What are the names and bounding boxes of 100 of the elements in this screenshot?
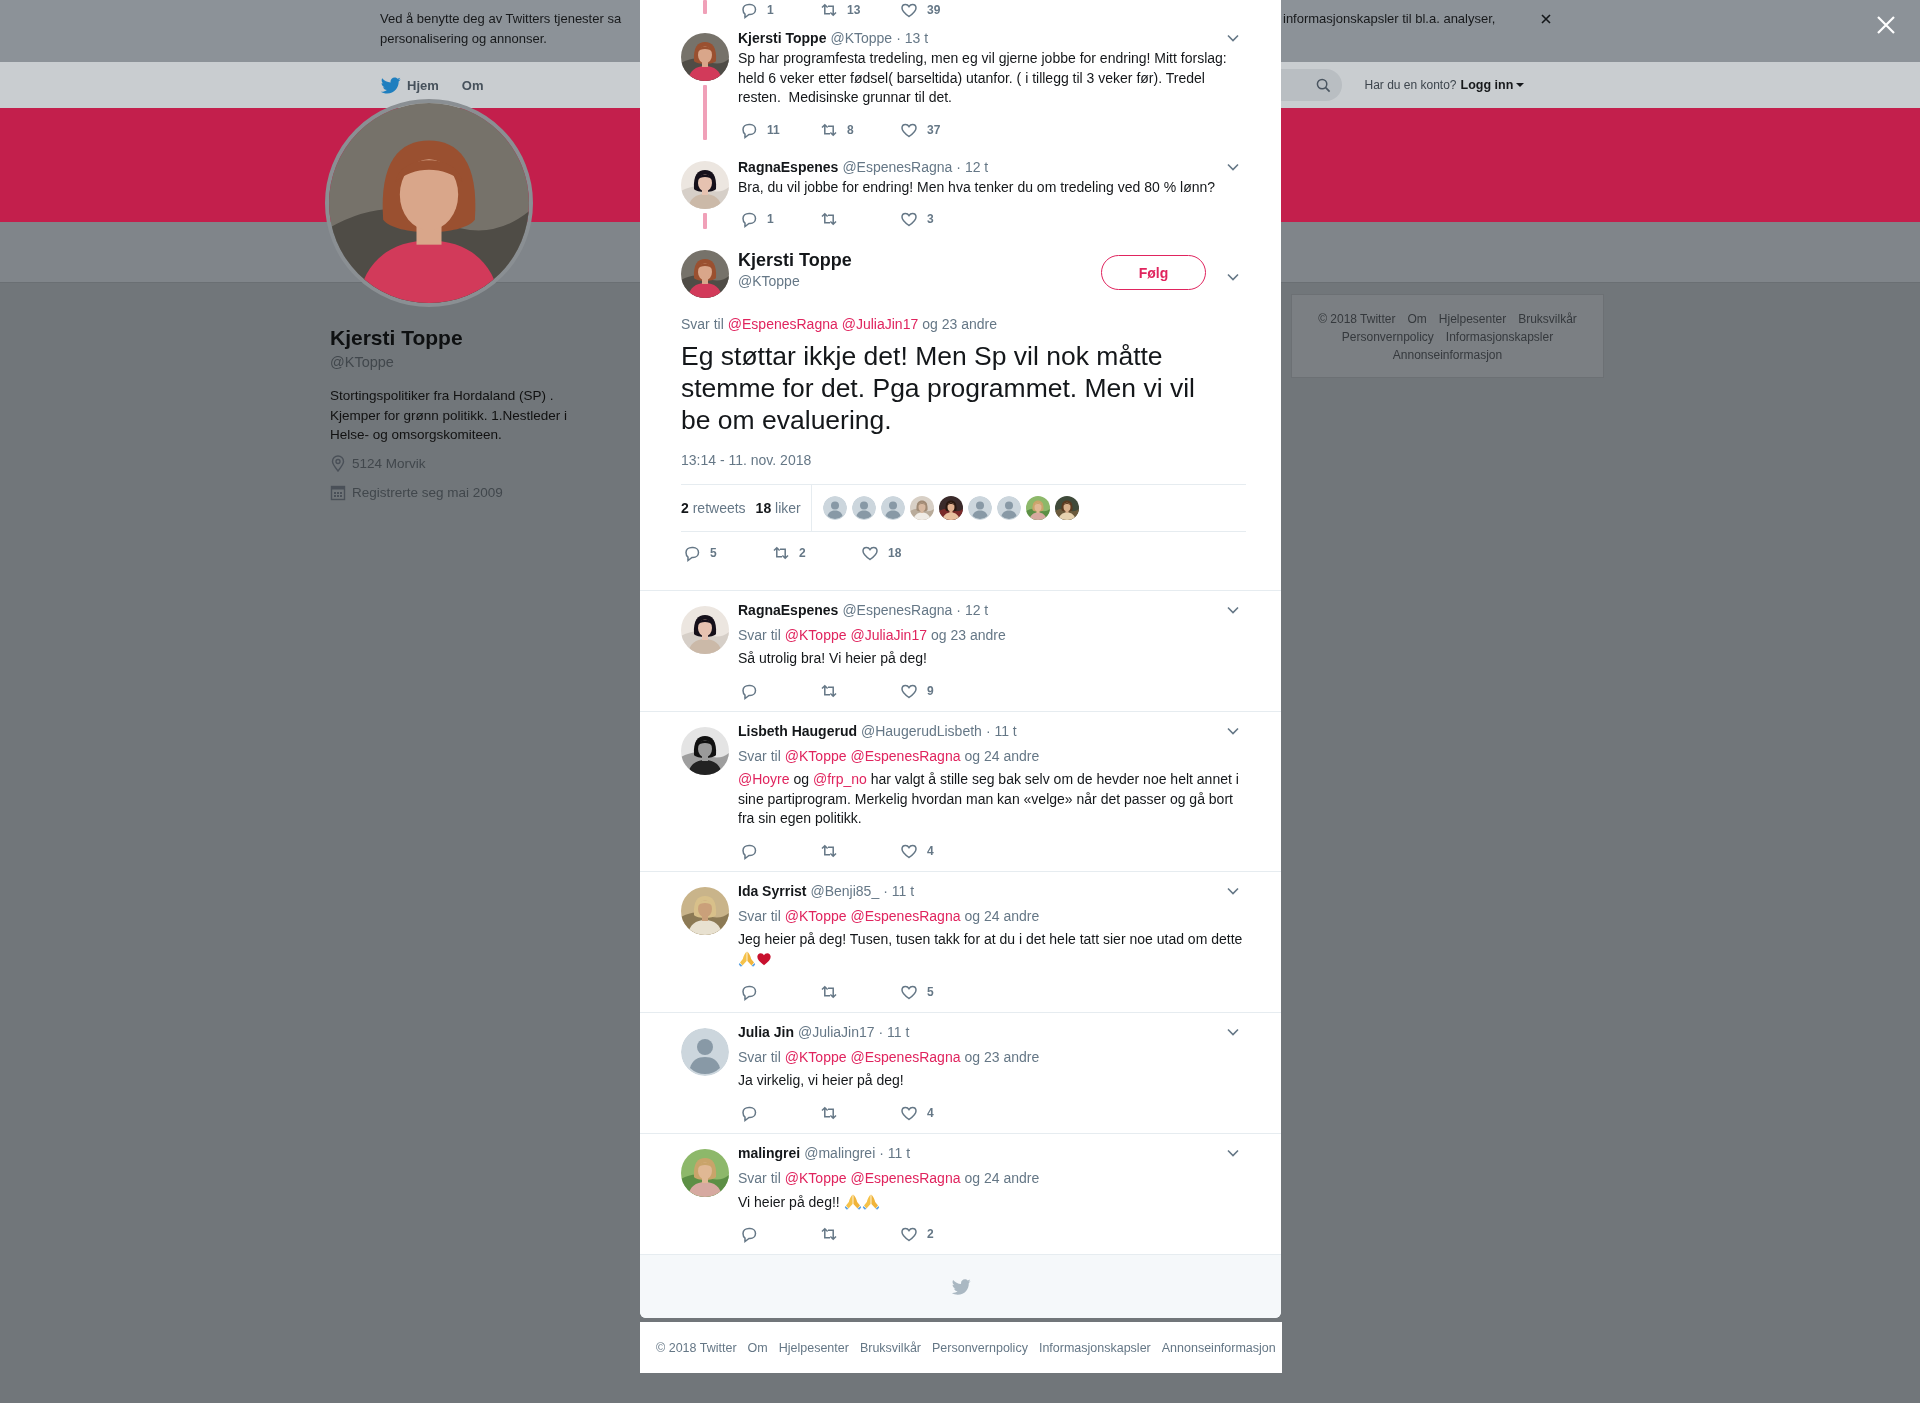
close-icon[interactable] [1541, 14, 1551, 24]
chevron-down-icon[interactable] [1226, 1027, 1240, 1038]
mention-link[interactable]: @KToppe [784, 905, 847, 926]
chevron-down-icon[interactable] [1226, 885, 1240, 896]
reply-button[interactable]: 1 [738, 210, 818, 229]
retweet-button[interactable]: 8 [818, 120, 898, 139]
reply-icon [683, 544, 701, 563]
chevron-down-icon[interactable] [1226, 1147, 1240, 1158]
like-button[interactable]: 9 [898, 682, 978, 701]
author-name[interactable]: malingrei [738, 1142, 801, 1163]
follow-button[interactable]: Følg [1101, 255, 1206, 291]
mention-link[interactable]: @KToppe [784, 1167, 847, 1188]
tweet-time[interactable]: · 11 t [878, 1022, 910, 1043]
tweet-time[interactable]: · 12 t [956, 600, 989, 621]
mention-link[interactable]: @EspenesRagna [727, 314, 838, 335]
footer-link[interactable]: Informasjonskapsler [1038, 1340, 1151, 1355]
chevron-down-icon[interactable] [1226, 605, 1240, 616]
mention-link[interactable]: @EspenesRagna [850, 905, 961, 926]
like-button[interactable]: 3 [898, 210, 978, 229]
footer-link[interactable]: Hjelpesenter [778, 1340, 849, 1355]
author-name[interactable]: Julia Jin [738, 1022, 795, 1043]
login-link[interactable]: Logg inn [1460, 78, 1525, 92]
tweet-time[interactable]: · 11 t [883, 880, 915, 901]
others-link[interactable]: og 23 andre [922, 314, 997, 335]
footer-link[interactable]: Bruksvilkår [859, 1340, 921, 1355]
retweet-icon [820, 1, 838, 19]
mention-link[interactable]: @JuliaJin17 [850, 625, 927, 646]
footer-link[interactable]: Personvernpolicy [932, 1340, 1028, 1355]
mention-link[interactable]: @EspenesRagna [850, 746, 961, 767]
others-link[interactable]: og 23 andre [931, 625, 1006, 646]
like-button[interactable]: 18 [859, 544, 948, 563]
tweet-text: Ja virkelig, vi heier på deg! [738, 1071, 905, 1091]
reply-button[interactable]: 5 [681, 544, 770, 563]
like-icon [861, 544, 879, 563]
author-handle[interactable]: @EspenesRagna [842, 156, 953, 177]
mention-link[interactable]: @EspenesRagna [850, 1047, 961, 1068]
mention-link[interactable]: @JuliaJin17 [841, 314, 919, 335]
chevron-down-icon[interactable] [1226, 272, 1240, 283]
retweet-button[interactable]: 13 [818, 1, 898, 19]
footer-link[interactable]: © 2018 Twitter [1318, 310, 1396, 328]
others-link[interactable]: og 24 andre [964, 1167, 1040, 1188]
bird-icon[interactable] [380, 74, 401, 96]
others-link[interactable]: og 24 andre [964, 746, 1040, 767]
author-name[interactable]: Lisbeth Haugerud [738, 721, 857, 742]
author-handle[interactable]: @HaugerudLisbeth [861, 721, 982, 742]
bird-icon [950, 1276, 971, 1297]
mention-link[interactable]: @Hoyre [738, 771, 790, 788]
like-button[interactable]: 4 [898, 1103, 978, 1122]
tweet-time[interactable]: · 11 t [985, 721, 1017, 742]
mention-link[interactable]: @EspenesRagna [850, 1167, 961, 1188]
mention-link[interactable]: @frp_no [812, 771, 867, 788]
like-button[interactable]: 5 [898, 983, 978, 1002]
tweet-time[interactable]: · 11 t [879, 1142, 911, 1163]
tweet-time[interactable]: · 12 t [956, 156, 989, 177]
like-button[interactable]: 39 [898, 1, 978, 19]
chevron-down-icon[interactable] [1226, 161, 1240, 172]
retweets-link[interactable]: 2 retweets [681, 500, 746, 517]
author-name[interactable]: RagnaEspenes [738, 600, 839, 621]
tweet-text: @Hoyre og @frp_no har valgt å stille seg bak selv om de hevder noe helt annet i sine partiprogram. Merkelig hvordan man kan «velge» når det passer og gå bort fra sin egen politikk. [738, 770, 1240, 829]
mention-link[interactable]: @KToppe [784, 1047, 847, 1068]
nav-link[interactable]: Hjem [407, 77, 439, 93]
reply-button[interactable]: 1 [738, 1, 818, 19]
footer-link[interactable]: Hjelpesenter [1438, 310, 1507, 328]
default-avatar-icon [880, 496, 905, 521]
author-name[interactable]: Kjersti Toppe [738, 28, 827, 48]
others-link[interactable]: og 23 andre [964, 1047, 1040, 1068]
author-handle[interactable]: @KToppe [738, 271, 852, 292]
chevron-down-icon[interactable] [1226, 33, 1240, 43]
login-prompt: Har du en konto? [1364, 78, 1457, 92]
footer-link[interactable]: Om [747, 1340, 768, 1355]
author-handle[interactable]: @malingrei [804, 1142, 876, 1163]
footer-link[interactable]: Om [1407, 310, 1427, 328]
like-button[interactable]: 2 [898, 1225, 978, 1244]
footer-link[interactable]: Annonseinformasjon [1161, 1340, 1276, 1355]
tweet-text: Så utrolig bra! Vi heier på deg! [738, 649, 928, 669]
retweet-button[interactable]: 2 [770, 544, 859, 563]
tweet-time[interactable]: · 13 t [896, 28, 929, 48]
author-handle[interactable]: @Benji85_ [810, 880, 880, 901]
author-handle[interactable]: @JuliaJin17 [798, 1022, 875, 1043]
likes-link[interactable]: 18 liker [755, 500, 801, 517]
footer-link[interactable]: Informasjonskapsler [1445, 328, 1554, 346]
footer-link[interactable]: Personvernpolicy [1341, 328, 1434, 346]
like-button[interactable]: 37 [898, 120, 978, 139]
author-handle[interactable]: @EspenesRagna [842, 600, 953, 621]
chevron-down-icon[interactable] [1226, 726, 1240, 737]
reply-button[interactable]: 11 [738, 120, 818, 139]
reply-to-label: Svar til [681, 315, 724, 335]
footer-link[interactable]: Bruksvilkår [1518, 310, 1577, 328]
footer-link[interactable]: © 2018 Twitter [656, 1340, 737, 1355]
author-name[interactable]: Kjersti Toppe [738, 249, 852, 272]
mention-link[interactable]: @KToppe [784, 625, 847, 646]
like-button[interactable]: 4 [898, 841, 978, 860]
mention-link[interactable]: @KToppe [784, 746, 847, 767]
nav-link[interactable]: Om [461, 77, 484, 93]
author-name[interactable]: RagnaEspenes [738, 156, 839, 177]
author-handle[interactable]: @KToppe [830, 28, 893, 48]
others-link[interactable]: og 24 andre [964, 905, 1040, 926]
author-name[interactable]: Ida Syrrist [738, 880, 807, 901]
tweet-text: Eg støttar ikkje det! Men Sp vil nok måtte stemme for det. Pga programmet. Men vi vil be om evaluering. [681, 341, 1196, 437]
footer-link[interactable]: Annonseinformasjon [1392, 346, 1503, 364]
